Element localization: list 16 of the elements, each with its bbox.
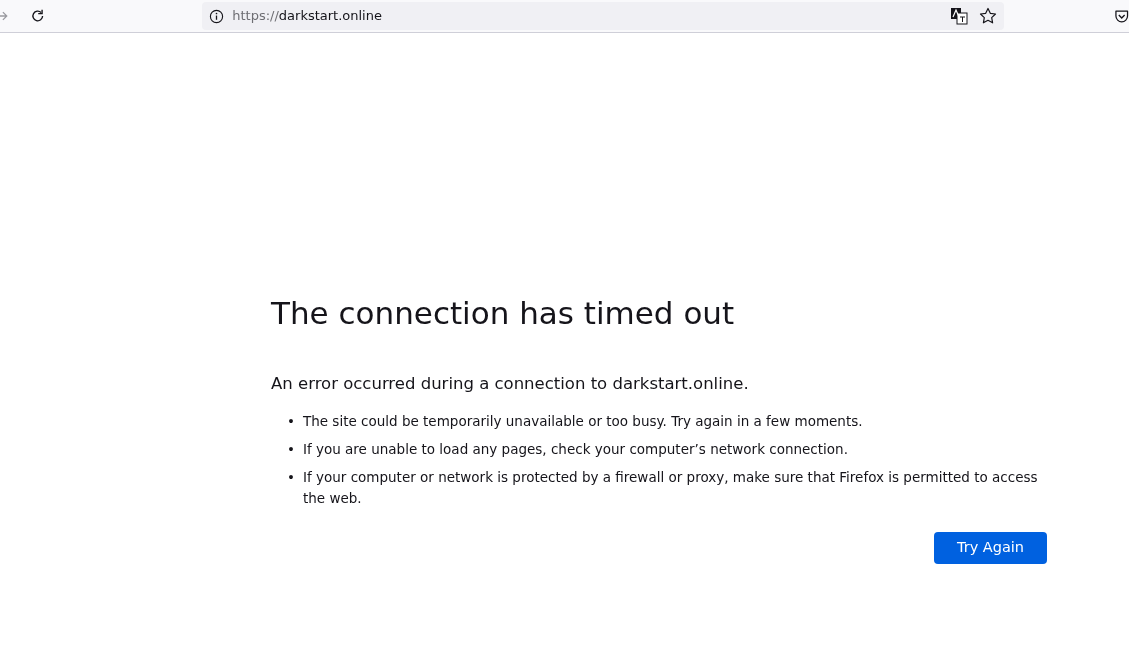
info-icon[interactable] <box>209 8 225 24</box>
error-message: An error occurred during a connection to darkstart.online. <box>271 373 750 396</box>
try-again-button[interactable]: Try Again <box>934 531 1047 564</box>
bullet: • <box>287 440 295 460</box>
star-icon[interactable] <box>978 7 997 25</box>
error-title: The connection has timed out <box>271 295 736 333</box>
bullet: • <box>287 468 295 488</box>
translate-icon[interactable] <box>949 7 968 25</box>
reload-icon[interactable] <box>29 8 46 24</box>
bullet: • <box>287 411 295 431</box>
url-text: https://darkstart.online <box>232 7 382 26</box>
address-bar[interactable]: https://darkstart.online <box>202 2 1004 30</box>
tip-text: If you are unable to load any pages, check your computer’s network connection. <box>302 440 848 460</box>
pocket-icon[interactable] <box>1113 8 1129 24</box>
tip-text: The site could be temporarily unavailable or too busy. Try again in a few moments. <box>302 411 863 431</box>
tip-text: If your computer or network is protected by a firewall or proxy, make sure that Firefox is permitted to access the web. <box>302 468 1039 508</box>
